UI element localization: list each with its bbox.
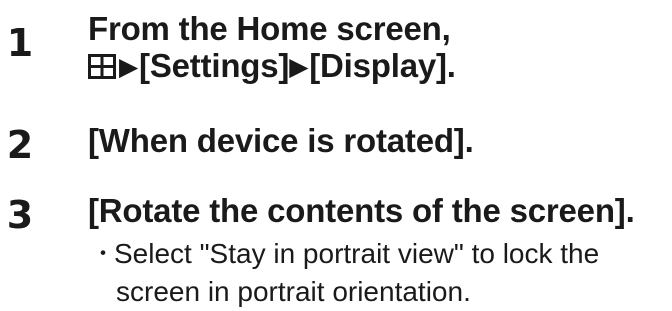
step-line: From the Home screen, [88, 10, 451, 47]
settings-menu-item: [Settings] [139, 47, 290, 84]
bullet-icon: ・ [92, 241, 115, 266]
step-path: ▶[Settings]▶[Display]. [88, 47, 456, 86]
arrow-icon: ▶ [119, 53, 139, 81]
note-text: Select "Stay in portrait view" to lock t… [114, 238, 600, 269]
step-number: 2 [6, 123, 34, 167]
step-instruction: [Rotate the contents of the screen]. [88, 192, 635, 229]
apps-grid-icon [88, 54, 116, 79]
step-instruction: From the Home screen, ▶[Settings]▶[Displ… [88, 10, 456, 86]
step-number: 1 [6, 21, 34, 65]
step-number: 3 [6, 193, 34, 237]
display-menu-item: [Display]. [309, 47, 456, 84]
arrow-icon: ▶ [289, 53, 309, 81]
note-text: screen in portrait orientation. [116, 276, 471, 307]
step-3-note: ・Select "Stay in portrait view" to lock … [92, 235, 672, 311]
step-instruction: [When device is rotated]. [88, 122, 474, 159]
